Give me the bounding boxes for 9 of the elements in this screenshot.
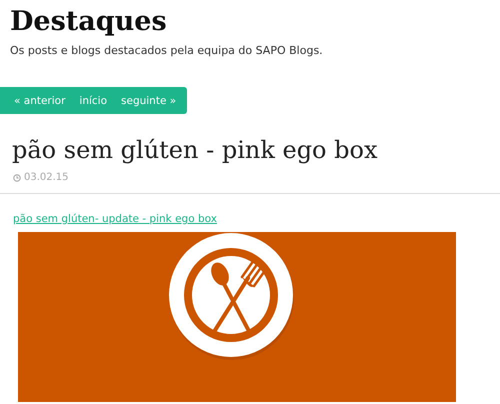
- blog-description: Os posts e blogs destacados pela equipa do SAPO Blogs.: [10, 44, 324, 57]
- nav-link[interactable]: seguinte »: [114, 94, 184, 106]
- post-title: pão sem glúten - pink ego box: [12, 135, 378, 166]
- post-date: 03.02.15: [24, 172, 69, 183]
- clock-icon: [13, 174, 21, 182]
- blog-title: Destaques: [9, 5, 168, 39]
- nav-link[interactable]: « anterior: [7, 94, 72, 106]
- post-link[interactable]: pão sem glúten- update - pink ego box: [13, 213, 217, 225]
- nav-link[interactable]: início: [72, 94, 114, 106]
